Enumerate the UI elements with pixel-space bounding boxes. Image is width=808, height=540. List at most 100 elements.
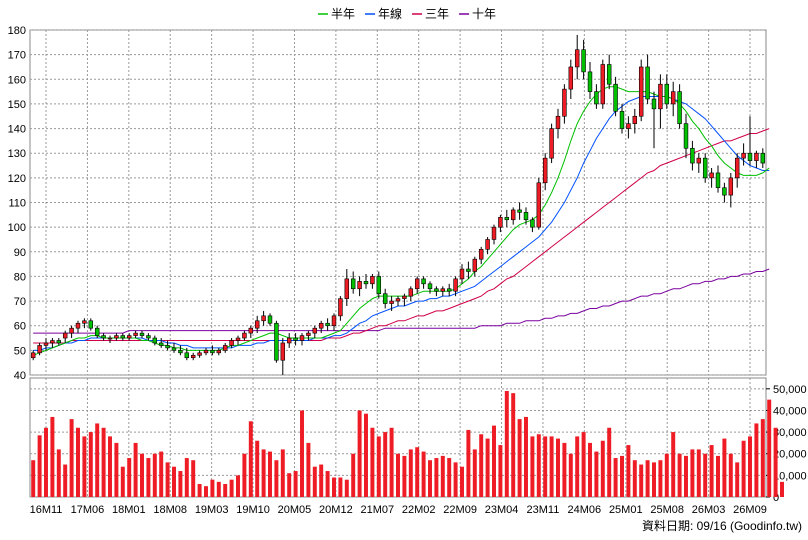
- volume-bar: [421, 451, 426, 497]
- candle-body-up: [408, 288, 414, 297]
- x-tick-label: 19M03: [195, 504, 229, 516]
- candle-body-up: [69, 327, 74, 334]
- volume-bar: [780, 481, 784, 497]
- candle-body-up: [453, 278, 458, 292]
- candle-body-down: [94, 327, 100, 336]
- volume-bar: [600, 440, 605, 497]
- price-panel: 40 50 60 70 80 90 100 110 120 130 140 150 160 170 180: [8, 25, 770, 382]
- price-tick-label: 60: [14, 321, 26, 333]
- volume-bar: [364, 413, 368, 497]
- candle-body-down: [293, 337, 298, 341]
- volume-bar: [37, 435, 42, 497]
- volume-bar: [677, 453, 682, 497]
- volume-bar: [50, 416, 55, 497]
- candle-body-down: [613, 83, 618, 112]
- volume-bar: [728, 453, 733, 497]
- candle-body-up: [734, 157, 740, 179]
- volume-bar: [472, 449, 477, 497]
- candle-body-up: [114, 335, 119, 339]
- legend: 半年 年線 三年 十年: [318, 6, 496, 21]
- volume-bar: [440, 455, 445, 497]
- candle: [600, 59, 606, 109]
- candle-body-up: [574, 49, 580, 68]
- candle-body-up: [37, 345, 42, 354]
- candle-body-down: [152, 337, 158, 344]
- volume-bar: [684, 455, 688, 497]
- candle-body-down: [715, 172, 721, 189]
- candle-body-up: [395, 298, 401, 302]
- x-tick-label: 19M10: [236, 504, 270, 516]
- volume-bar: [108, 436, 112, 497]
- candle-body-up: [338, 298, 343, 317]
- volume-bar: [581, 432, 586, 497]
- candle-body-up: [741, 152, 746, 159]
- volume-bar: [536, 434, 541, 497]
- volume-bar: [312, 466, 317, 497]
- volume-bar: [69, 419, 74, 497]
- volume-bar: [626, 445, 631, 497]
- candle-body-down: [158, 342, 164, 346]
- candle-body-down: [587, 71, 593, 92]
- candle-body-up: [133, 332, 138, 336]
- volume-bar: [498, 445, 503, 497]
- candle-body-down: [146, 335, 151, 339]
- candle: [274, 320, 279, 363]
- candle-body-up: [542, 157, 548, 184]
- x-tick-label: 22M02: [402, 504, 436, 516]
- candle-body-up: [126, 335, 132, 339]
- candle-body-down: [594, 91, 599, 105]
- x-tick-label: 18M01: [112, 504, 146, 516]
- candle-body-up: [299, 335, 305, 341]
- volume-bar: [210, 479, 215, 497]
- candle-body-up: [414, 278, 420, 290]
- volume-bar: [453, 462, 458, 497]
- candle-body-up: [498, 216, 503, 228]
- volume-bar: [351, 453, 356, 497]
- candle-body-down: [376, 276, 382, 294]
- volume-tick-label: 20,000: [773, 449, 807, 461]
- volume-bar: [120, 466, 125, 497]
- candle-body-up: [331, 315, 337, 327]
- legend-label: 三年: [425, 7, 449, 21]
- volume-bar: [223, 484, 228, 497]
- volume-bar: [703, 453, 708, 497]
- candle-body-up: [485, 239, 490, 250]
- price-tick-label: 170: [8, 50, 26, 62]
- volume-bar: [735, 462, 740, 497]
- candle-body-up: [709, 172, 714, 179]
- candle-body-down: [350, 278, 356, 290]
- volume-bar: [63, 464, 68, 497]
- volume-bar: [434, 458, 439, 497]
- volume-bar: [773, 427, 778, 497]
- volume-panel: 010,00020,00030,00040,00050,000: [29, 377, 807, 504]
- volume-bar: [216, 481, 221, 497]
- candle-body-up: [472, 258, 478, 272]
- candle-body-up: [728, 177, 734, 196]
- candle-body-up: [600, 64, 606, 105]
- volume-bar: [197, 484, 202, 497]
- x-tick-label: 20M05: [278, 504, 312, 516]
- volume-bar: [204, 486, 208, 497]
- price-tick-label: 150: [8, 99, 26, 111]
- volume-bar: [568, 453, 573, 497]
- price-tick-label: 80: [14, 271, 26, 283]
- volume-bar: [133, 442, 138, 497]
- volume-bar: [620, 455, 624, 497]
- candle-body-up: [754, 152, 759, 161]
- x-tick-label: 24M06: [568, 504, 602, 516]
- volume-bar: [274, 460, 279, 497]
- volume-bar: [236, 475, 240, 497]
- candle-body-up: [402, 295, 407, 299]
- volume-bar: [82, 436, 87, 497]
- x-tick-label: 23M11: [527, 504, 560, 516]
- volume-bar: [191, 460, 196, 497]
- volume-bar: [56, 449, 61, 497]
- volume-bar: [722, 438, 727, 497]
- x-tick-label: 18M08: [153, 504, 187, 516]
- volume-bar: [607, 427, 612, 497]
- price-tick-label: 50: [14, 345, 26, 357]
- volume-bar: [664, 453, 669, 497]
- price-tick-label: 110: [8, 198, 26, 210]
- volume-bar: [562, 442, 567, 497]
- candle-body-up: [491, 226, 497, 240]
